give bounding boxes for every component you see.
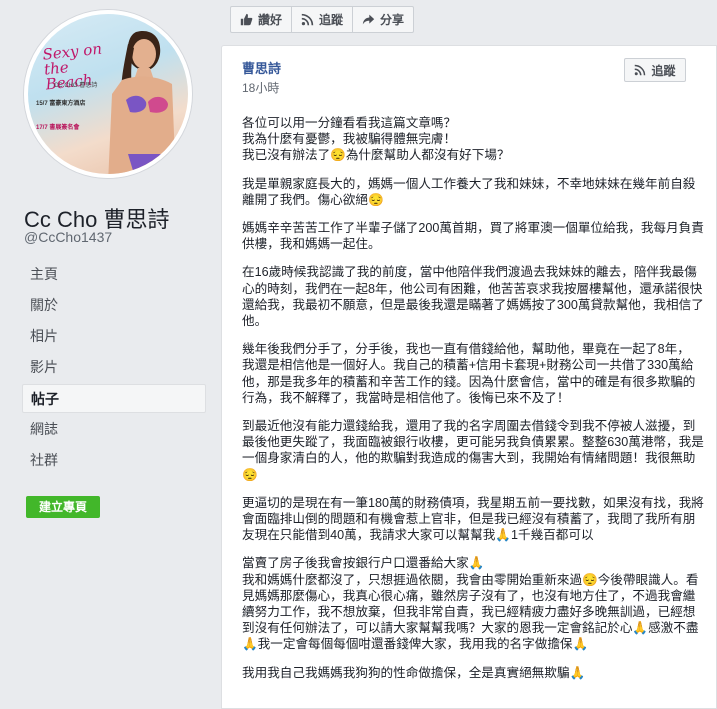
nav-item-community[interactable]: 社群 [22, 446, 206, 475]
like-button[interactable]: 讚好 [231, 7, 293, 32]
post-paragraph: 當賣了房子後我會按銀行户口還番給大家🙏 我和媽媽什麼都沒了，只想捱過依關，我會由… [242, 556, 699, 652]
nav-item-posts[interactable]: 帖子 [22, 384, 206, 413]
post-follow-button[interactable]: 追蹤 [624, 58, 686, 82]
page-action-bar: 讚好 追蹤 分享 [230, 6, 415, 33]
page-handle[interactable]: @CcCho1437 [24, 229, 112, 245]
person-illustration [108, 30, 176, 174]
post-paragraph: 在16歲時候我認識了我的前度，當中他陪伴我們渡過去我妹妹的離去，陪伴我最傷心的時… [242, 265, 704, 329]
share-button[interactable]: 分享 [353, 7, 413, 32]
page-sidebar: Sexy on the Beach CC CHO 曹思詩 15/7 富豪東方酒店… [0, 0, 217, 709]
post-paragraph: 更逼切的是現在有一筆180萬的財務債項，我星期五前一要找數，如果沒有找，我將會面… [242, 495, 704, 543]
post-paragraph: 幾年後我們分手了，分手後，我也一直有借錢給他，幫助他，畢竟在一起了8年， 我還是… [242, 342, 696, 405]
poster-date-1: 15/7 富豪東方酒店 [36, 101, 86, 107]
like-label: 讚好 [258, 13, 283, 27]
share-label: 分享 [380, 13, 405, 27]
post-follow-label: 追蹤 [651, 63, 676, 78]
profile-avatar[interactable]: Sexy on the Beach CC CHO 曹思詩 15/7 富豪東方酒店… [24, 10, 192, 178]
nav-item-home[interactable]: 主頁 [22, 260, 206, 289]
nav-item-about[interactable]: 關於 [22, 291, 206, 320]
poster-date-2: 17/7 書展簽名會 [36, 125, 80, 131]
post-body: 各位可以用一分鐘看看我這篇文章嗎？ 我為什麼有憂鬱，我被騙得體無完膚！ 我已沒有… [242, 115, 704, 681]
nav-item-notes[interactable]: 網誌 [22, 415, 206, 444]
nav-item-videos[interactable]: 影片 [22, 353, 206, 382]
poster-subtitle: CC CHO 曹思詩 [54, 83, 98, 89]
post-paragraph: 到最近他沒有能力還錢給我，還用了我的名字周圍去借錢令到我不停被人滋擾，到最後他更… [242, 419, 704, 482]
rss-icon [301, 13, 314, 26]
follow-page-button[interactable]: 追蹤 [292, 7, 354, 32]
share-arrow-icon [362, 14, 375, 25]
post-paragraph: 各位可以用一分鐘看看我這篇文章嗎？ 我為什麼有憂鬱，我被騙得體無完膚！ 我已沒有… [242, 116, 510, 163]
follow-page-label: 追蹤 [319, 13, 344, 27]
thumbs-up-icon [240, 13, 253, 26]
post-card: 曹思詩 18小時 追蹤 各位可以用一分鐘看看我這篇文章嗎？ 我為什麼有憂鬱，我被… [221, 45, 717, 709]
rss-icon [635, 64, 646, 76]
page-nav: 主頁 關於 相片 影片 帖子 網誌 社群 [22, 260, 206, 477]
create-page-button[interactable]: 建立專頁 [26, 496, 100, 518]
post-paragraph: 媽媽辛辛苦苦工作了半輩子儲了200萬首期，買了將軍澳一個單位給我，我每月負責供樓… [242, 221, 704, 252]
post-paragraph: 我是單親家庭長大的，媽媽一個人工作養大了我和妹妹，不幸地妹妹在幾年前自殺離開了我… [242, 176, 696, 207]
nav-item-photos[interactable]: 相片 [22, 322, 206, 351]
post-paragraph: 我用我自己我媽媽我狗狗的性命做擔保，全是真實絕無欺騙🙏 [242, 665, 586, 680]
